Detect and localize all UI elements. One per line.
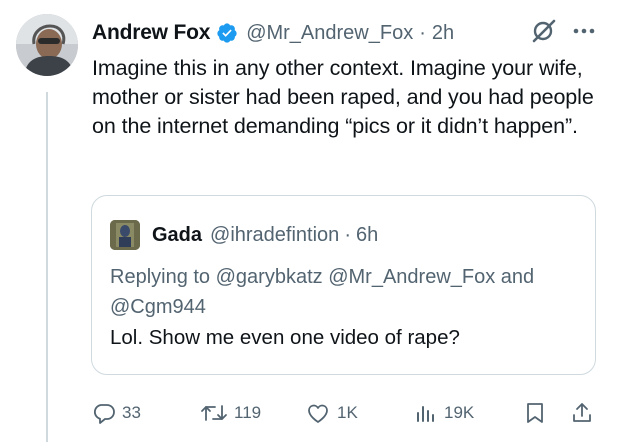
views-count: 19K bbox=[444, 403, 475, 422]
quote-text: Lol. Show me even one video of rape? bbox=[110, 326, 460, 349]
replying-and: and bbox=[500, 266, 535, 288]
mention-mr-andrew-fox[interactable]: @Mr_Andrew_Fox bbox=[328, 266, 495, 288]
more-icon[interactable] bbox=[571, 21, 597, 46]
quoted-tweet[interactable]: Gada @ihradefintion · 6h Replying to @ga… bbox=[91, 195, 596, 375]
share-icon bbox=[573, 403, 591, 422]
separator-dot: · bbox=[419, 21, 426, 44]
mention-garybkatz[interactable]: @garybkatz bbox=[216, 266, 323, 288]
bookmark-icon bbox=[527, 403, 543, 423]
quote-avatar[interactable] bbox=[110, 220, 140, 250]
like-icon bbox=[308, 404, 328, 423]
grok-icon[interactable] bbox=[531, 18, 557, 49]
tweet-header: Andrew Fox @Mr_Andrew_Fox · 2h bbox=[92, 18, 597, 48]
like-count: 1K bbox=[337, 403, 358, 422]
share-button[interactable] bbox=[570, 401, 594, 425]
tweet-text: Imagine this in any other context. Imagi… bbox=[92, 56, 594, 138]
reply-count: 33 bbox=[122, 403, 141, 422]
quote-separator-dot: · bbox=[344, 223, 351, 246]
action-bar: 33 119 1K 19K bbox=[92, 398, 602, 428]
avatar[interactable] bbox=[16, 14, 78, 76]
retweet-count: 119 bbox=[234, 403, 262, 422]
bookmark-button[interactable] bbox=[524, 401, 546, 425]
author-name[interactable]: Andrew Fox bbox=[92, 21, 210, 45]
mention-cgm944[interactable]: @Cgm944 bbox=[110, 296, 206, 318]
reply-button[interactable]: 33 bbox=[92, 401, 141, 425]
quote-author-handle[interactable]: @ihradefintion bbox=[210, 224, 339, 247]
replying-prefix: Replying to bbox=[110, 266, 211, 288]
thread-line bbox=[46, 92, 48, 442]
replying-to-line: Replying to @garybkatz @Mr_Andrew_Fox an… bbox=[110, 262, 580, 322]
quote-timestamp[interactable]: 6h bbox=[356, 224, 378, 247]
reply-icon bbox=[93, 404, 115, 424]
views-button[interactable]: 19K bbox=[414, 401, 474, 425]
author-handle[interactable]: @Mr_Andrew_Fox bbox=[246, 22, 413, 45]
verified-badge-icon bbox=[216, 22, 238, 44]
retweet-button[interactable]: 119 bbox=[200, 401, 261, 425]
quote-header: Gada @ihradefintion · 6h bbox=[110, 220, 378, 250]
retweet-icon bbox=[201, 405, 227, 421]
views-icon bbox=[417, 406, 434, 422]
timestamp[interactable]: 2h bbox=[432, 22, 454, 45]
like-button[interactable]: 1K bbox=[305, 401, 358, 425]
quote-author-name[interactable]: Gada bbox=[152, 224, 202, 247]
